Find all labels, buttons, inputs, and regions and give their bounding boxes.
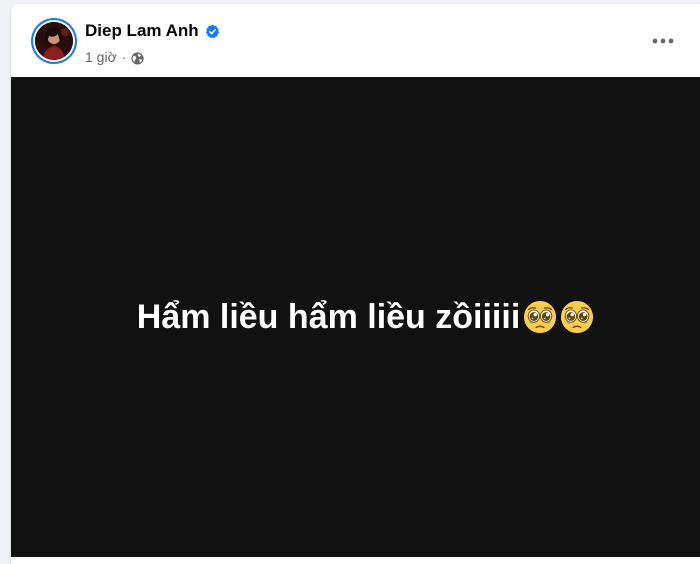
post-card: Diep Lam Anh 1 giờ · Hẩm liều hẩm liều z… <box>11 4 700 564</box>
pleading-face-emoji <box>523 300 557 334</box>
post-background-text: Hẩm liều hẩm liều zồiiiii <box>11 77 700 557</box>
author-name[interactable]: Diep Lam Anh <box>85 21 220 41</box>
more-options-button[interactable] <box>648 26 678 56</box>
post-timestamp[interactable]: 1 giờ <box>85 48 117 66</box>
verified-badge-icon <box>205 24 220 39</box>
avatar[interactable] <box>35 22 73 60</box>
post-header: Diep Lam Anh 1 giờ · <box>11 4 700 77</box>
avatar-image <box>35 22 73 60</box>
post-meta: 1 giờ · <box>85 48 145 66</box>
meta-separator: · <box>121 49 127 65</box>
post-text: Hẩm liều hẩm liều zồiiiii <box>136 297 521 336</box>
avatar-story-ring[interactable] <box>31 18 77 64</box>
globe-icon[interactable] <box>131 51 145 65</box>
author-name-text[interactable]: Diep Lam Anh <box>85 21 199 41</box>
post-text-line: Hẩm liều hẩm liều zồiiiii <box>137 298 595 337</box>
more-options-icon <box>652 38 674 44</box>
pleading-face-emoji <box>560 300 594 334</box>
